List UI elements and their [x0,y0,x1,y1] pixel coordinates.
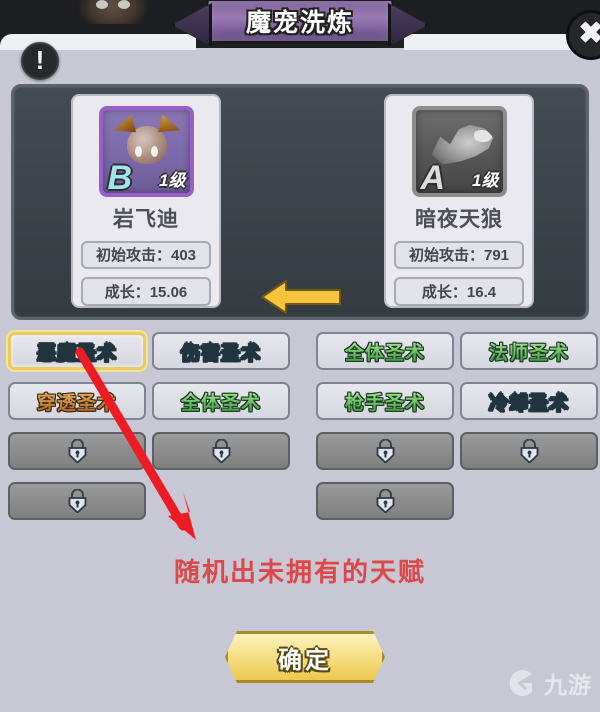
skill-slot-locked[interactable] [152,432,290,470]
dialog-title: 魔宠洗炼 [245,9,354,37]
skill-grid: 恶魔圣术 伤害圣术 全体圣术 法师圣术 穿透圣术 全体圣术 枪手圣术 冷却圣术 [0,332,600,532]
lock-icon [68,489,86,513]
lock-icon [376,489,394,513]
skill-label: 枪手圣术 [345,388,425,415]
skill-button[interactable]: 全体圣术 [152,382,290,420]
jiuyou-logo-icon [509,670,532,696]
skill-row [0,432,600,477]
pet-grade-badge-right: A [420,158,446,197]
lock-icon [68,439,86,463]
skill-row: 恶魔圣术 伤害圣术 全体圣术 法师圣术 [0,332,600,377]
confirm-button-label: 确定 [278,646,332,674]
skill-button[interactable]: 枪手圣术 [316,382,454,420]
watermark: 九游 [505,666,592,700]
pet-level-badge-left: 1级 [159,170,186,190]
pet-card-left[interactable]: B 1级 岩飞迪 初始攻击：403 成长：15.06 [71,94,221,308]
skill-button[interactable]: 全体圣术 [316,332,454,370]
annotation-text: 随机出未拥有的天赋 [173,557,426,587]
skill-slot-locked[interactable] [8,432,146,470]
skill-label: 伤害圣术 [181,338,261,365]
skill-button[interactable]: 法师圣术 [460,332,598,370]
skill-slot-locked[interactable] [316,432,454,470]
pet-creature-icon-left [126,126,167,164]
pet-stat-attack-right: 初始攻击：791 [394,240,524,270]
skill-label: 冷却圣术 [489,388,569,415]
pet-stat-growth-left: 成长：15.06 [81,277,211,306]
pet-grade-badge-left: B [107,158,133,197]
pet-portrait-right: A 1级 [411,106,507,197]
pet-portrait-left: B 1级 [98,106,194,197]
exclamation-icon[interactable]: ! [21,42,59,80]
skill-label: 恶魔圣术 [37,338,117,365]
background-creature-decoration [78,0,148,24]
skill-slot-locked[interactable] [460,432,598,470]
lock-icon [212,439,230,463]
lock-icon [376,439,394,463]
skill-row: 穿透圣术 全体圣术 枪手圣术 冷却圣术 [0,382,600,427]
skill-slot-locked[interactable] [316,482,454,520]
skill-label: 全体圣术 [181,388,261,415]
pet-level-badge-right: 1级 [472,170,499,190]
pet-stat-growth-right: 成长：16.4 [394,277,524,306]
skill-button-selected[interactable]: 恶魔圣术 [8,332,146,370]
skill-row [0,482,600,527]
pet-stat-attack-left: 初始攻击：403 [81,240,211,270]
skill-button[interactable]: 伤害圣术 [152,332,290,370]
skill-label: 法师圣术 [489,338,569,365]
pet-card-right[interactable]: A 1级 暗夜天狼 初始攻击：791 成长：16.4 [384,94,534,308]
skill-label: 全体圣术 [345,338,425,365]
lock-icon [520,439,538,463]
title-banner: 魔宠洗炼 [205,0,395,44]
skill-button[interactable]: 冷却圣术 [460,382,598,420]
skill-button[interactable]: 穿透圣术 [8,382,146,420]
skill-label: 穿透圣术 [37,388,117,415]
confirm-button[interactable]: 确定 [225,631,385,683]
pet-comparison-panel: B 1级 岩飞迪 初始攻击：403 成长：15.06 A 1级 暗夜天狼 初始攻… [11,84,589,320]
skill-slot-locked[interactable] [8,482,146,520]
pet-name-right: 暗夜天狼 [415,207,503,231]
watermark-text: 九游 [544,672,592,698]
pet-name-left: 岩飞迪 [113,207,179,231]
arrow-left-icon [261,280,341,314]
